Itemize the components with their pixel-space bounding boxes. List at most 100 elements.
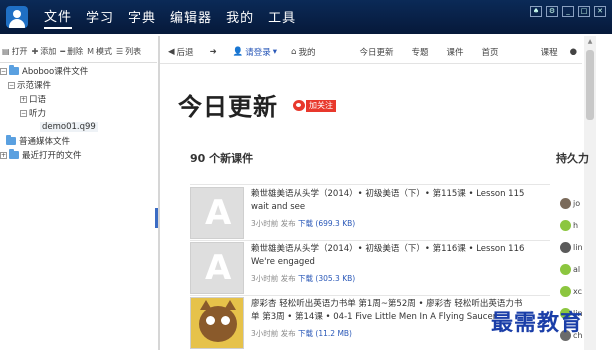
settings-icon[interactable]: ⚙ <box>546 6 558 17</box>
avatar <box>560 285 571 297</box>
collapse-icon[interactable]: − <box>8 81 15 89</box>
topics-link[interactable]: 专题 <box>412 46 429 58</box>
tree-item-demo-file[interactable]: demo01.q99 <box>0 120 157 134</box>
my-link[interactable]: ⌂ 我的 <box>291 46 315 58</box>
minus-icon: ━ <box>60 46 66 56</box>
login-link[interactable]: 👤 请登录 ▾ <box>233 46 277 58</box>
row-divider <box>190 184 550 185</box>
user-icon: 👤 <box>232 47 244 57</box>
course-subtitle[interactable]: 单 第3周 • 第14课 • 04-1 Five Little Men In A… <box>251 311 496 323</box>
scroll-up-icon[interactable]: ▲ <box>584 38 596 48</box>
menu-file[interactable]: 文件 <box>44 6 73 29</box>
user-item[interactable]: xc <box>560 280 584 302</box>
user-avatar-icon[interactable] <box>6 6 28 28</box>
window-controls: ♠ ⚙ _ □ ✕ <box>530 6 606 17</box>
splitter-handle[interactable] <box>155 208 158 228</box>
content-navbar: ◀ 后退 ➜ 👤 请登录 ▾ ⌂ 我的 今日更新 专题 课件 首页 课程 ● <box>160 42 582 62</box>
top-menubar: 文件 学习 字典 编辑器 我的 工具 ♠ ⚙ _ □ ✕ <box>0 0 612 34</box>
tree-item-root[interactable]: − Aboboo课件文件 <box>0 64 157 78</box>
menu-dictionary[interactable]: 字典 <box>128 7 156 28</box>
course-meta: 3小时前 发布 下载 (11.2 MB) <box>251 329 352 338</box>
file-toolbar: ▤ 打开 ✚ 添加 ━ 删除 M 模式 ☰ 列表 <box>0 42 157 60</box>
content-scrollbar[interactable]: ▲ <box>584 36 596 350</box>
row-divider <box>190 295 550 296</box>
menu-editor[interactable]: 编辑器 <box>170 7 212 28</box>
collapse-icon[interactable]: − <box>20 109 27 117</box>
menu-learn[interactable]: 学习 <box>86 7 114 28</box>
list-icon: ☰ <box>116 46 124 56</box>
download-link[interactable]: 下载 (699.3 KB) <box>298 219 355 228</box>
plus-icon: ✚ <box>31 46 39 56</box>
course-item[interactable]: A 赖世雄美语从头学（2014）• 初级美语（下）• 第115课 • Lesso… <box>190 187 550 241</box>
open-button[interactable]: ▤ 打开 <box>2 46 28 57</box>
arrow-left-icon: ◀ <box>168 47 175 57</box>
course-thumbnail[interactable]: A <box>190 242 244 294</box>
user-item[interactable]: h <box>560 214 584 236</box>
maximize-icon[interactable]: □ <box>578 6 590 17</box>
cat-face-icon <box>199 306 237 342</box>
forward-button[interactable]: ➜ <box>210 47 217 57</box>
lessons-link[interactable]: 课程 <box>541 46 558 58</box>
course-subtitle[interactable]: We're engaged <box>251 256 315 268</box>
folder-icon <box>6 135 16 145</box>
file-tree: − Aboboo课件文件 − 示范课件 + 口语 − 听力 demo01.q99 普通媒… <box>0 64 157 162</box>
aboboo-logo-icon: A <box>205 193 232 233</box>
tree-item-ordinary-media[interactable]: 普通媒体文件 <box>0 134 157 148</box>
info-icon[interactable]: ● <box>570 47 577 57</box>
user-item[interactable]: al <box>560 258 584 280</box>
close-icon[interactable]: ✕ <box>594 6 606 17</box>
follow-button[interactable]: 加关注 <box>293 99 336 112</box>
mode-button[interactable]: M 模式 <box>87 46 112 57</box>
open-icon: ▤ <box>2 46 10 56</box>
right-column-heading: 持久力 <box>556 152 589 165</box>
course-thumbnail[interactable] <box>190 297 244 349</box>
weibo-icon <box>293 100 305 111</box>
download-link[interactable]: 下载 (11.2 MB) <box>298 329 352 338</box>
avatar <box>560 197 571 209</box>
navbar-divider <box>160 63 582 64</box>
home-link[interactable]: 首页 <box>482 46 499 58</box>
list-button[interactable]: ☰ 列表 <box>116 46 141 57</box>
course-subtitle[interactable]: wait and see <box>251 201 305 213</box>
course-thumbnail[interactable]: A <box>190 187 244 239</box>
minimize-icon[interactable]: _ <box>562 6 574 17</box>
tree-item-recent[interactable]: + 最近打开的文件 <box>0 148 157 162</box>
tree-item-sample[interactable]: − 示范课件 <box>0 78 157 92</box>
aboboo-logo-icon: A <box>205 248 232 288</box>
delete-button[interactable]: ━ 删除 <box>60 46 83 57</box>
expand-icon[interactable]: + <box>0 151 7 159</box>
main-menu: 文件 学习 字典 编辑器 我的 工具 <box>44 0 296 34</box>
avatar <box>560 241 571 253</box>
arrow-right-icon: ➜ <box>209 47 217 57</box>
dropdown-icon: ▾ <box>272 47 278 57</box>
avatar <box>560 219 571 231</box>
collapse-icon[interactable]: − <box>0 67 7 75</box>
watermark-text: 最需教育 <box>491 310 584 336</box>
user-item[interactable]: lin <box>560 236 584 258</box>
tree-item-oral[interactable]: + 口语 <box>0 92 157 106</box>
course-item[interactable]: A 赖世雄美语从头学（2014）• 初级美语（下）• 第116课 • Lesso… <box>190 242 550 296</box>
expand-icon[interactable]: + <box>20 95 27 103</box>
row-divider <box>190 240 550 241</box>
page-title: 今日更新 <box>178 93 278 121</box>
home-icon: ⌂ <box>291 47 297 57</box>
new-courses-count: 90 个新课件 <box>190 152 254 165</box>
avatar <box>560 263 571 275</box>
course-title[interactable]: 赖世雄美语从头学（2014）• 初级美语（下）• 第115课 • Lesson … <box>251 188 549 200</box>
user-item[interactable]: jo <box>560 192 584 214</box>
panel-splitter[interactable] <box>158 36 160 350</box>
menu-tools[interactable]: 工具 <box>268 7 296 28</box>
folder-icon <box>9 149 19 159</box>
download-link[interactable]: 下载 (305.3 KB) <box>298 274 355 283</box>
skin-icon[interactable]: ♠ <box>530 6 542 17</box>
back-button[interactable]: ◀ 后退 <box>168 46 194 58</box>
courses-link[interactable]: 课件 <box>447 46 464 58</box>
folder-icon <box>9 65 19 75</box>
tree-item-listening[interactable]: − 听力 <box>0 106 157 120</box>
toolbar-divider <box>0 62 157 63</box>
scroll-thumb[interactable] <box>586 50 594 120</box>
add-button[interactable]: ✚ 添加 <box>32 46 57 57</box>
today-updates-link[interactable]: 今日更新 <box>360 46 394 58</box>
menu-my[interactable]: 我的 <box>226 7 254 28</box>
course-title[interactable]: 赖世雄美语从头学（2014）• 初级美语（下）• 第116课 • Lesson … <box>251 243 549 255</box>
